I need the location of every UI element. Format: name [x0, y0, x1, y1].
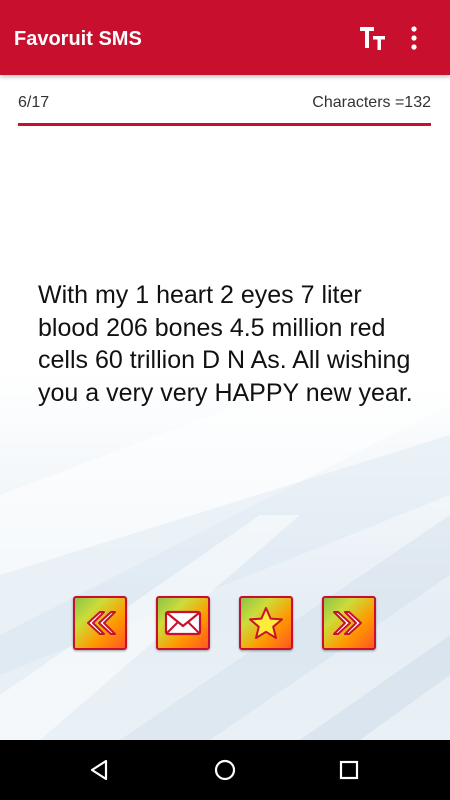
home-circle-icon[interactable] — [205, 750, 245, 790]
counter-divider — [18, 123, 431, 126]
recent-apps-square-icon[interactable] — [329, 750, 369, 790]
counter-row: 6/17 Characters =132 — [18, 94, 431, 122]
system-navigation-bar — [0, 740, 450, 800]
next-double-chevron-icon — [333, 611, 362, 635]
previous-double-chevron-icon — [87, 611, 116, 635]
next-button[interactable] — [322, 596, 376, 650]
text-size-icon[interactable] — [356, 22, 388, 54]
sms-message: With my 1 heart 2 eyes 7 liter blood 206… — [38, 281, 413, 407]
character-count: Characters =132 — [312, 94, 431, 111]
app-title: Favoruit SMS — [14, 28, 142, 50]
app-bar: Favoruit SMS — [0, 0, 450, 75]
overflow-menu-icon[interactable] — [402, 22, 426, 54]
previous-button[interactable] — [73, 596, 127, 650]
message-position: 6/17 — [18, 94, 50, 111]
send-sms-button[interactable] — [156, 596, 210, 650]
back-triangle-icon[interactable] — [79, 750, 119, 790]
envelope-icon — [164, 610, 202, 636]
favourite-button[interactable] — [239, 596, 293, 650]
star-icon — [249, 607, 283, 639]
